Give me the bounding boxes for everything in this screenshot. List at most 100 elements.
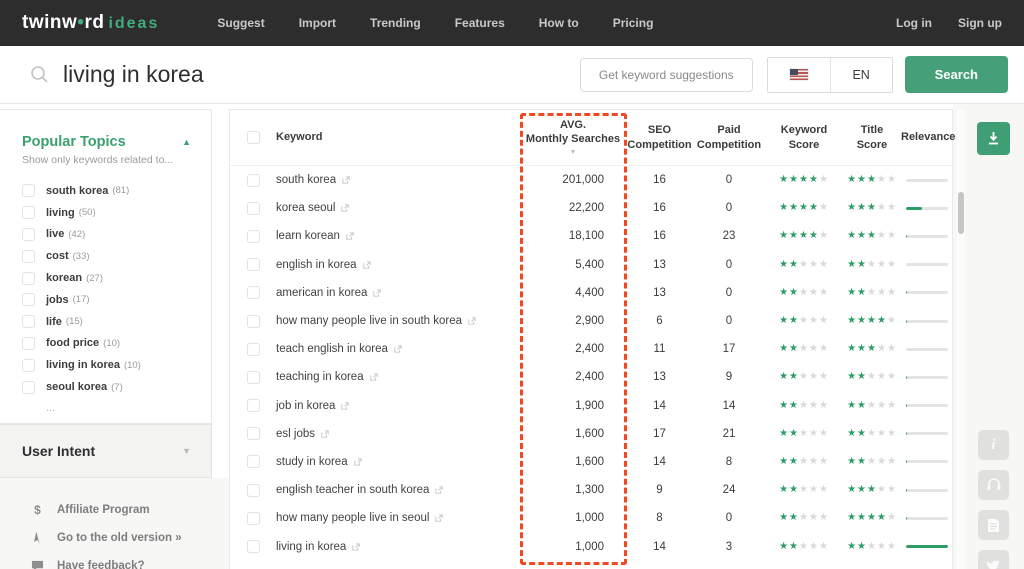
external-link-icon[interactable] [353,458,362,466]
table-row[interactable]: learn korean 18,100 16 23 ★ ★ ★ ★ ★ ★ ★ ★ ★ ★ [230,222,952,250]
keyword-link[interactable]: how many people live in seoul [276,512,429,524]
scrollbar-track[interactable] [957,110,965,569]
language-code[interactable]: EN [829,57,892,92]
get-keyword-suggestions-button[interactable]: Get keyword suggestions [579,57,753,92]
row-checkbox[interactable] [246,427,260,441]
select-all-checkbox[interactable] [246,131,260,144]
user-intent-section[interactable]: User Intent ▼ [0,424,212,478]
collapse-caret-icon[interactable]: ▲ [182,137,191,147]
row-checkbox[interactable] [246,286,260,300]
external-link-icon[interactable] [352,542,361,551]
nav-item-log-in[interactable]: Log in [896,16,932,30]
row-checkbox[interactable] [246,511,260,525]
topic-checkbox[interactable] [22,358,35,372]
topic-filter-item[interactable]: korean (27) [22,267,191,289]
search-button[interactable]: Search [904,56,1008,93]
header-paid-competition[interactable]: Paid Competition [693,123,765,152]
topic-filter-item[interactable]: south korea (81) [22,180,191,202]
topic-filter-item[interactable]: cost (33) [22,245,191,267]
topic-filter-item[interactable]: living in korea (10) [22,354,191,376]
nav-item-suggest[interactable]: Suggest [217,16,264,30]
table-row[interactable]: american in korea 4,400 13 0 ★ ★ ★ ★ ★ ★ ★ ★ ★ ★ [230,279,952,307]
twinword-logo[interactable]: twinw•rd ideas [22,12,159,34]
sidebar-link[interactable]: Have feedback? [30,552,212,569]
row-checkbox[interactable] [246,483,260,497]
external-link-icon[interactable] [373,289,382,297]
row-checkbox[interactable] [246,258,260,272]
row-checkbox[interactable] [246,342,260,356]
table-row[interactable]: english in korea 5,400 13 0 ★ ★ ★ ★ ★ ★ ★ ★ ★ ★ [230,251,952,279]
row-checkbox[interactable] [246,229,260,243]
topic-checkbox[interactable] [22,336,35,350]
nav-item-import[interactable]: Import [299,16,336,30]
search-input[interactable] [63,61,580,88]
keyword-link[interactable]: learn korean [276,230,340,242]
nav-item-how-to[interactable]: How to [539,16,579,30]
topic-checkbox[interactable] [22,380,35,394]
table-row[interactable]: teach english in korea 2,400 11 17 ★ ★ ★ ★ ★… [230,335,952,363]
header-title-score[interactable]: Title Score [843,123,901,152]
external-link-icon[interactable] [394,345,402,353]
keyword-link[interactable]: english teacher in south korea [276,484,429,496]
nav-item-sign-up[interactable]: Sign up [958,16,1002,30]
external-link-icon[interactable] [468,317,476,325]
external-link-icon[interactable] [435,514,444,523]
topic-filter-item[interactable]: food price (10) [22,333,191,355]
keyword-link[interactable]: job in korea [276,400,335,412]
country-flag-icon[interactable] [768,58,830,92]
table-row[interactable]: korea seoul 22,200 16 0 ★ ★ ★ ★ ★ ★ ★ ★ ★ ★ [230,194,952,222]
nav-item-pricing[interactable]: Pricing [613,16,654,30]
header-keyword[interactable]: Keyword [276,130,520,144]
row-checkbox[interactable] [246,201,260,215]
table-row[interactable]: study in korea 1,600 14 8 ★ ★ ★ ★ ★ ★ ★ ★ ★ ★ [230,448,952,476]
keyword-link[interactable]: teach english in korea [276,343,388,355]
nav-item-trending[interactable]: Trending [370,16,421,30]
external-link-icon[interactable] [341,401,350,410]
keyword-link[interactable]: american in korea [276,287,367,299]
topic-checkbox[interactable] [22,184,35,198]
header-keyword-score[interactable]: Keyword Score [765,123,843,152]
info-button[interactable]: i [978,430,1009,460]
external-link-icon[interactable] [341,204,350,212]
table-row[interactable]: english teacher in south korea 1,300 9 2… [230,476,952,504]
expand-caret-icon[interactable]: ▼ [182,446,191,456]
row-checkbox[interactable] [246,399,260,413]
table-row[interactable]: esl jobs 1,600 17 21 ★ ★ ★ ★ ★ ★ ★ ★ ★ ★ [230,420,952,448]
external-link-icon[interactable] [342,176,350,184]
document-button[interactable] [978,510,1009,540]
keyword-link[interactable]: korea seoul [276,202,335,214]
download-button[interactable] [977,122,1010,155]
header-relevance[interactable]: Relevance [901,130,955,144]
topic-filter-item[interactable]: living (50) [22,202,191,224]
row-checkbox[interactable] [246,455,260,469]
keyword-link[interactable]: study in korea [276,456,348,468]
scrollbar-thumb[interactable] [958,192,964,234]
topic-filter-item[interactable]: life (15) [22,311,191,333]
bird-button[interactable] [978,550,1009,569]
table-row[interactable]: job in korea 1,900 14 14 ★ ★ ★ ★ ★ ★ ★ ★ ★ ★ [230,392,952,420]
keyword-link[interactable]: south korea [276,174,336,186]
sidebar-link[interactable]: Go to the old version » [30,524,212,552]
topic-checkbox[interactable] [22,315,35,329]
external-link-icon[interactable] [321,430,329,438]
header-avg-monthly-searches[interactable]: AVG. Monthly Searches ▼ [520,118,626,157]
popular-topics-more[interactable]: ... [46,402,191,414]
popular-topics-header[interactable]: Popular Topics ▲ [22,134,191,150]
table-row[interactable]: teaching in korea 2,400 13 9 ★ ★ ★ ★ ★ ★ ★ ★ ★ ★ [230,363,952,391]
topic-filter-item[interactable]: jobs (17) [22,289,191,311]
topic-checkbox[interactable] [22,227,35,241]
topic-filter-item[interactable]: live (42) [22,224,191,246]
sidebar-link[interactable]: $ Affiliate Program [30,496,212,524]
keyword-link[interactable]: esl jobs [276,428,315,440]
table-row[interactable]: how many people live in seoul 1,000 8 0 … [230,504,952,532]
language-selector[interactable]: EN [766,56,893,93]
header-seo-competition[interactable]: SEO Competition [626,123,693,152]
topic-checkbox[interactable] [22,271,35,285]
row-checkbox[interactable] [246,370,260,384]
keyword-link[interactable]: how many people live in south korea [276,315,462,327]
nav-item-features[interactable]: Features [455,16,505,30]
keyword-link[interactable]: teaching in korea [276,371,364,383]
topic-checkbox[interactable] [22,206,35,220]
external-link-icon[interactable] [435,486,444,494]
keyword-link[interactable]: english in korea [276,259,357,271]
